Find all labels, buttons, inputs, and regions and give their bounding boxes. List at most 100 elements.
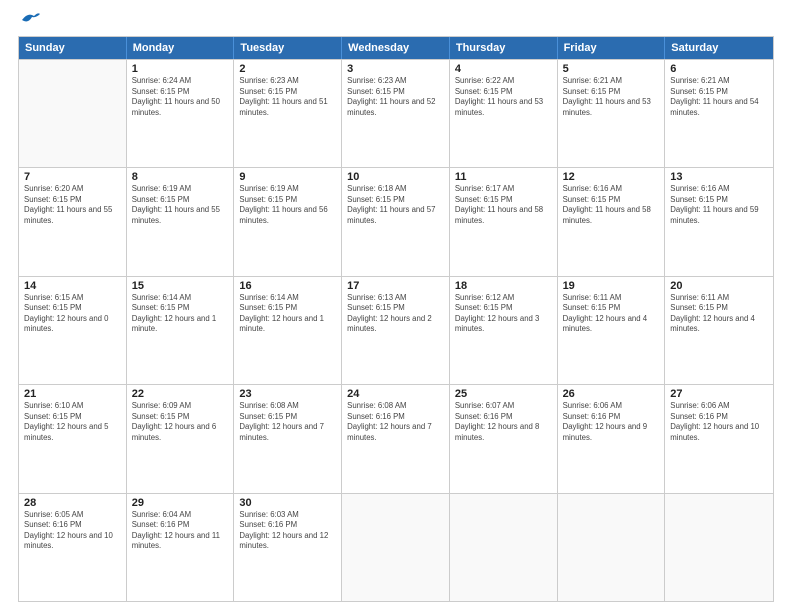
day-info: Sunrise: 6:08 AMSunset: 6:16 PMDaylight:… bbox=[347, 401, 444, 443]
calendar-cell: 29 Sunrise: 6:04 AMSunset: 6:16 PMDaylig… bbox=[127, 494, 235, 601]
day-info: Sunrise: 6:14 AMSunset: 6:15 PMDaylight:… bbox=[239, 293, 336, 335]
day-number: 12 bbox=[563, 171, 660, 183]
calendar-row-1: 1 Sunrise: 6:24 AMSunset: 6:15 PMDayligh… bbox=[19, 59, 773, 167]
day-number: 10 bbox=[347, 171, 444, 183]
calendar-row-4: 21 Sunrise: 6:10 AMSunset: 6:15 PMDaylig… bbox=[19, 384, 773, 492]
day-number: 20 bbox=[670, 280, 768, 292]
header bbox=[18, 18, 774, 28]
day-number: 6 bbox=[670, 63, 768, 75]
day-info: Sunrise: 6:19 AMSunset: 6:15 PMDaylight:… bbox=[132, 184, 229, 226]
day-number: 26 bbox=[563, 388, 660, 400]
calendar-body: 1 Sunrise: 6:24 AMSunset: 6:15 PMDayligh… bbox=[19, 59, 773, 601]
day-number: 5 bbox=[563, 63, 660, 75]
day-number: 9 bbox=[239, 171, 336, 183]
day-info: Sunrise: 6:06 AMSunset: 6:16 PMDaylight:… bbox=[563, 401, 660, 443]
day-info: Sunrise: 6:03 AMSunset: 6:16 PMDaylight:… bbox=[239, 510, 336, 552]
day-number: 25 bbox=[455, 388, 552, 400]
weekday-header-monday: Monday bbox=[127, 37, 235, 59]
calendar-cell: 3 Sunrise: 6:23 AMSunset: 6:15 PMDayligh… bbox=[342, 60, 450, 167]
calendar-row-3: 14 Sunrise: 6:15 AMSunset: 6:15 PMDaylig… bbox=[19, 276, 773, 384]
day-number: 17 bbox=[347, 280, 444, 292]
day-info: Sunrise: 6:09 AMSunset: 6:15 PMDaylight:… bbox=[132, 401, 229, 443]
calendar-cell: 11 Sunrise: 6:17 AMSunset: 6:15 PMDaylig… bbox=[450, 168, 558, 275]
calendar-cell: 13 Sunrise: 6:16 AMSunset: 6:15 PMDaylig… bbox=[665, 168, 773, 275]
calendar-cell: 4 Sunrise: 6:22 AMSunset: 6:15 PMDayligh… bbox=[450, 60, 558, 167]
day-number: 4 bbox=[455, 63, 552, 75]
logo-bird-icon bbox=[20, 10, 42, 28]
day-number: 22 bbox=[132, 388, 229, 400]
day-info: Sunrise: 6:16 AMSunset: 6:15 PMDaylight:… bbox=[670, 184, 768, 226]
calendar-cell bbox=[450, 494, 558, 601]
day-number: 29 bbox=[132, 497, 229, 509]
day-info: Sunrise: 6:11 AMSunset: 6:15 PMDaylight:… bbox=[563, 293, 660, 335]
calendar-cell: 22 Sunrise: 6:09 AMSunset: 6:15 PMDaylig… bbox=[127, 385, 235, 492]
day-number: 30 bbox=[239, 497, 336, 509]
page: SundayMondayTuesdayWednesdayThursdayFrid… bbox=[0, 0, 792, 612]
day-info: Sunrise: 6:14 AMSunset: 6:15 PMDaylight:… bbox=[132, 293, 229, 335]
calendar-cell: 1 Sunrise: 6:24 AMSunset: 6:15 PMDayligh… bbox=[127, 60, 235, 167]
day-number: 7 bbox=[24, 171, 121, 183]
day-number: 13 bbox=[670, 171, 768, 183]
day-number: 27 bbox=[670, 388, 768, 400]
day-info: Sunrise: 6:10 AMSunset: 6:15 PMDaylight:… bbox=[24, 401, 121, 443]
calendar-cell: 21 Sunrise: 6:10 AMSunset: 6:15 PMDaylig… bbox=[19, 385, 127, 492]
day-info: Sunrise: 6:05 AMSunset: 6:16 PMDaylight:… bbox=[24, 510, 121, 552]
weekday-header-wednesday: Wednesday bbox=[342, 37, 450, 59]
calendar-cell: 12 Sunrise: 6:16 AMSunset: 6:15 PMDaylig… bbox=[558, 168, 666, 275]
day-info: Sunrise: 6:19 AMSunset: 6:15 PMDaylight:… bbox=[239, 184, 336, 226]
calendar-cell: 10 Sunrise: 6:18 AMSunset: 6:15 PMDaylig… bbox=[342, 168, 450, 275]
calendar-cell: 20 Sunrise: 6:11 AMSunset: 6:15 PMDaylig… bbox=[665, 277, 773, 384]
calendar-cell: 16 Sunrise: 6:14 AMSunset: 6:15 PMDaylig… bbox=[234, 277, 342, 384]
day-info: Sunrise: 6:22 AMSunset: 6:15 PMDaylight:… bbox=[455, 76, 552, 118]
calendar: SundayMondayTuesdayWednesdayThursdayFrid… bbox=[18, 36, 774, 602]
day-info: Sunrise: 6:20 AMSunset: 6:15 PMDaylight:… bbox=[24, 184, 121, 226]
calendar-cell: 6 Sunrise: 6:21 AMSunset: 6:15 PMDayligh… bbox=[665, 60, 773, 167]
day-info: Sunrise: 6:24 AMSunset: 6:15 PMDaylight:… bbox=[132, 76, 229, 118]
calendar-cell: 15 Sunrise: 6:14 AMSunset: 6:15 PMDaylig… bbox=[127, 277, 235, 384]
calendar-row-5: 28 Sunrise: 6:05 AMSunset: 6:16 PMDaylig… bbox=[19, 493, 773, 601]
day-info: Sunrise: 6:23 AMSunset: 6:15 PMDaylight:… bbox=[347, 76, 444, 118]
day-number: 3 bbox=[347, 63, 444, 75]
day-info: Sunrise: 6:04 AMSunset: 6:16 PMDaylight:… bbox=[132, 510, 229, 552]
weekday-header-sunday: Sunday bbox=[19, 37, 127, 59]
calendar-cell: 17 Sunrise: 6:13 AMSunset: 6:15 PMDaylig… bbox=[342, 277, 450, 384]
logo bbox=[18, 18, 42, 28]
day-info: Sunrise: 6:06 AMSunset: 6:16 PMDaylight:… bbox=[670, 401, 768, 443]
calendar-cell: 18 Sunrise: 6:12 AMSunset: 6:15 PMDaylig… bbox=[450, 277, 558, 384]
day-info: Sunrise: 6:18 AMSunset: 6:15 PMDaylight:… bbox=[347, 184, 444, 226]
calendar-cell: 5 Sunrise: 6:21 AMSunset: 6:15 PMDayligh… bbox=[558, 60, 666, 167]
day-info: Sunrise: 6:12 AMSunset: 6:15 PMDaylight:… bbox=[455, 293, 552, 335]
day-number: 28 bbox=[24, 497, 121, 509]
day-number: 8 bbox=[132, 171, 229, 183]
day-info: Sunrise: 6:21 AMSunset: 6:15 PMDaylight:… bbox=[563, 76, 660, 118]
day-number: 18 bbox=[455, 280, 552, 292]
calendar-cell: 2 Sunrise: 6:23 AMSunset: 6:15 PMDayligh… bbox=[234, 60, 342, 167]
calendar-cell: 23 Sunrise: 6:08 AMSunset: 6:15 PMDaylig… bbox=[234, 385, 342, 492]
weekday-header-thursday: Thursday bbox=[450, 37, 558, 59]
day-number: 15 bbox=[132, 280, 229, 292]
day-number: 11 bbox=[455, 171, 552, 183]
day-number: 14 bbox=[24, 280, 121, 292]
calendar-cell: 25 Sunrise: 6:07 AMSunset: 6:16 PMDaylig… bbox=[450, 385, 558, 492]
day-number: 19 bbox=[563, 280, 660, 292]
calendar-cell: 28 Sunrise: 6:05 AMSunset: 6:16 PMDaylig… bbox=[19, 494, 127, 601]
calendar-cell: 7 Sunrise: 6:20 AMSunset: 6:15 PMDayligh… bbox=[19, 168, 127, 275]
calendar-cell: 30 Sunrise: 6:03 AMSunset: 6:16 PMDaylig… bbox=[234, 494, 342, 601]
day-info: Sunrise: 6:08 AMSunset: 6:15 PMDaylight:… bbox=[239, 401, 336, 443]
calendar-cell: 27 Sunrise: 6:06 AMSunset: 6:16 PMDaylig… bbox=[665, 385, 773, 492]
day-number: 24 bbox=[347, 388, 444, 400]
day-info: Sunrise: 6:15 AMSunset: 6:15 PMDaylight:… bbox=[24, 293, 121, 335]
calendar-cell: 9 Sunrise: 6:19 AMSunset: 6:15 PMDayligh… bbox=[234, 168, 342, 275]
day-info: Sunrise: 6:17 AMSunset: 6:15 PMDaylight:… bbox=[455, 184, 552, 226]
weekday-header-friday: Friday bbox=[558, 37, 666, 59]
calendar-cell: 8 Sunrise: 6:19 AMSunset: 6:15 PMDayligh… bbox=[127, 168, 235, 275]
calendar-cell: 19 Sunrise: 6:11 AMSunset: 6:15 PMDaylig… bbox=[558, 277, 666, 384]
calendar-cell: 26 Sunrise: 6:06 AMSunset: 6:16 PMDaylig… bbox=[558, 385, 666, 492]
weekday-header-tuesday: Tuesday bbox=[234, 37, 342, 59]
calendar-cell bbox=[558, 494, 666, 601]
day-info: Sunrise: 6:07 AMSunset: 6:16 PMDaylight:… bbox=[455, 401, 552, 443]
day-number: 23 bbox=[239, 388, 336, 400]
calendar-row-2: 7 Sunrise: 6:20 AMSunset: 6:15 PMDayligh… bbox=[19, 167, 773, 275]
day-info: Sunrise: 6:23 AMSunset: 6:15 PMDaylight:… bbox=[239, 76, 336, 118]
calendar-cell bbox=[665, 494, 773, 601]
